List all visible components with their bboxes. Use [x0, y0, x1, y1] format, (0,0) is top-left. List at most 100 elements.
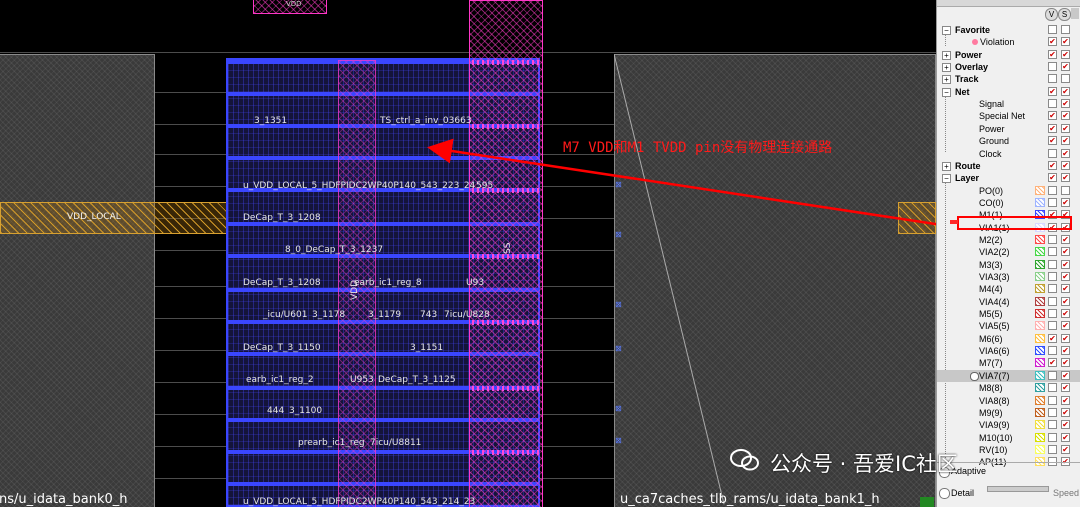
- visible-checkbox[interactable]: [1048, 25, 1057, 34]
- panel-scroll-stub[interactable]: [1071, 8, 1079, 19]
- visible-checkbox[interactable]: [1048, 148, 1057, 158]
- expander-icon[interactable]: −: [942, 87, 951, 97]
- tree-row-m6-6[interactable]: M6(6) ✔ ✔: [937, 333, 1080, 345]
- layer-swatch[interactable]: [1035, 296, 1045, 306]
- visible-checkbox[interactable]: ✔: [1048, 136, 1057, 146]
- selectable-checkbox[interactable]: ✔: [1061, 432, 1070, 442]
- tree-row-via9-9[interactable]: VIA9(9) ✔: [937, 419, 1080, 431]
- visible-checkbox[interactable]: [1048, 197, 1057, 207]
- tree-row-violation[interactable]: Violation ✔ ✔: [937, 36, 1080, 48]
- tree-row-favorite[interactable]: − Favorite: [937, 24, 1080, 36]
- selectable-checkbox[interactable]: ✔: [1061, 358, 1070, 368]
- expander-icon[interactable]: +: [942, 75, 951, 85]
- selectable-checkbox[interactable]: [1061, 185, 1070, 195]
- selectable-checkbox[interactable]: ✔: [1061, 333, 1070, 343]
- tree-row-m10-10[interactable]: M10(10) ✔: [937, 432, 1080, 444]
- tree-row-via6-6[interactable]: VIA6(6) ✔: [937, 345, 1080, 357]
- visible-checkbox[interactable]: ✔: [1048, 37, 1057, 47]
- panel-titlebar[interactable]: [937, 0, 1080, 7]
- selectable-checkbox[interactable]: ✔: [1061, 420, 1070, 430]
- tree-row-net[interactable]: − Net ✔ ✔: [937, 86, 1080, 98]
- tree-row-via7-7[interactable]: VIA7(7) ✔: [937, 369, 1080, 382]
- tree-row-overlay[interactable]: + Overlay ✔: [937, 61, 1080, 73]
- visible-checkbox[interactable]: [1048, 395, 1057, 405]
- layer-control-panel[interactable]: V S − Favorite Violation ✔ ✔ + Power ✔ ✔ + Overlay…: [936, 0, 1080, 507]
- visible-checkbox[interactable]: [1048, 272, 1057, 281]
- visible-checkbox[interactable]: ✔: [1048, 358, 1057, 368]
- tree-row-via8-8[interactable]: VIA8(8) ✔: [937, 395, 1080, 407]
- visible-checkbox[interactable]: [1048, 309, 1057, 319]
- visible-checkbox[interactable]: [1048, 62, 1057, 72]
- tree-row-m7-7[interactable]: M7(7) ✔ ✔: [937, 357, 1080, 369]
- visible-checkbox[interactable]: [1048, 247, 1057, 257]
- layer-swatch[interactable]: [1035, 309, 1045, 319]
- expander-icon[interactable]: +: [942, 63, 951, 73]
- visible-checkbox[interactable]: [1048, 321, 1057, 331]
- layer-swatch[interactable]: [1035, 346, 1045, 356]
- selectable-checkbox[interactable]: ✔: [1061, 296, 1070, 306]
- layer-swatch[interactable]: [1035, 333, 1045, 343]
- expander-icon[interactable]: +: [942, 50, 951, 60]
- tree-row-co-0[interactable]: CO(0) ✔: [937, 197, 1080, 209]
- selectable-checkbox[interactable]: ✔: [1061, 247, 1070, 257]
- visible-checkbox[interactable]: [1048, 407, 1057, 417]
- layer-swatch[interactable]: [1035, 284, 1045, 294]
- selectable-checkbox[interactable]: ✔: [1061, 123, 1070, 133]
- selectable-checkbox[interactable]: ✔: [1061, 86, 1070, 96]
- selectable-checkbox[interactable]: ✔: [1061, 309, 1070, 319]
- selectable-checkbox[interactable]: ✔: [1061, 49, 1070, 59]
- tree-row-power[interactable]: Power ✔ ✔: [937, 123, 1080, 135]
- layer-swatch[interactable]: [1035, 420, 1045, 430]
- tree-row-ground[interactable]: Ground ✔ ✔: [937, 135, 1080, 147]
- selectable-checkbox[interactable]: ✔: [1061, 234, 1070, 244]
- visible-checkbox[interactable]: [1048, 346, 1057, 356]
- tree-row-signal[interactable]: Signal ✔: [937, 98, 1080, 110]
- layer-swatch[interactable]: [1035, 395, 1045, 405]
- selectable-checkbox[interactable]: ✔: [1061, 383, 1070, 393]
- resize-grip[interactable]: [920, 497, 934, 507]
- selectable-checkbox[interactable]: ✔: [1061, 284, 1070, 294]
- tree-row-m5-5[interactable]: M5(5) ✔: [937, 308, 1080, 320]
- expander-icon[interactable]: −: [942, 174, 951, 184]
- visible-checkbox[interactable]: [1048, 284, 1057, 294]
- layer-swatch[interactable]: [1035, 358, 1045, 368]
- visible-checkbox[interactable]: ✔: [1048, 333, 1057, 343]
- visible-checkbox[interactable]: [1048, 74, 1057, 84]
- tree-row-m9-9[interactable]: M9(9) ✔: [937, 407, 1080, 419]
- selected-layer-radio[interactable]: [970, 371, 979, 381]
- layer-swatch[interactable]: [1035, 234, 1045, 244]
- selectable-checkbox[interactable]: ✔: [1061, 136, 1070, 146]
- tree-row-via4-4[interactable]: VIA4(4) ✔: [937, 296, 1080, 308]
- selectable-checkbox[interactable]: ✔: [1061, 259, 1070, 269]
- selectable-checkbox[interactable]: ✔: [1061, 99, 1070, 109]
- selectable-icon[interactable]: S: [1058, 8, 1071, 21]
- layer-swatch[interactable]: [1035, 247, 1045, 257]
- selectable-checkbox[interactable]: ✔: [1061, 160, 1070, 170]
- visible-checkbox[interactable]: ✔: [1048, 111, 1057, 121]
- selectable-checkbox[interactable]: ✔: [1061, 407, 1070, 417]
- visible-checkbox[interactable]: [1048, 432, 1057, 442]
- tree-row-special-net[interactable]: Special Net ✔ ✔: [937, 110, 1080, 122]
- layer-swatch[interactable]: [1035, 272, 1045, 281]
- layer-swatch[interactable]: [1035, 407, 1045, 417]
- tree-row-power[interactable]: + Power ✔ ✔: [937, 49, 1080, 61]
- tree-row-via5-5[interactable]: VIA5(5) ✔: [937, 320, 1080, 332]
- visible-checkbox[interactable]: [1048, 420, 1057, 430]
- visibility-icon[interactable]: V: [1045, 8, 1058, 21]
- selectable-checkbox[interactable]: [1061, 74, 1070, 84]
- layer-swatch[interactable]: [1035, 370, 1045, 380]
- detail-radio[interactable]: [939, 488, 950, 499]
- tree-row-via3-3[interactable]: VIA3(3) ✔: [937, 271, 1080, 283]
- visible-checkbox[interactable]: ✔: [1048, 123, 1057, 133]
- selectable-checkbox[interactable]: [1061, 25, 1070, 34]
- tree-row-clock[interactable]: Clock ✔: [937, 148, 1080, 160]
- visible-checkbox[interactable]: ✔: [1048, 86, 1057, 96]
- expander-icon[interactable]: −: [942, 26, 951, 35]
- layer-swatch[interactable]: [1035, 432, 1045, 442]
- visible-checkbox[interactable]: ✔: [1048, 160, 1057, 170]
- selectable-checkbox[interactable]: ✔: [1061, 346, 1070, 356]
- visible-checkbox[interactable]: [1048, 234, 1057, 244]
- visible-checkbox[interactable]: [1048, 370, 1057, 380]
- layer-swatch[interactable]: [1035, 259, 1045, 269]
- visible-checkbox[interactable]: [1048, 296, 1057, 306]
